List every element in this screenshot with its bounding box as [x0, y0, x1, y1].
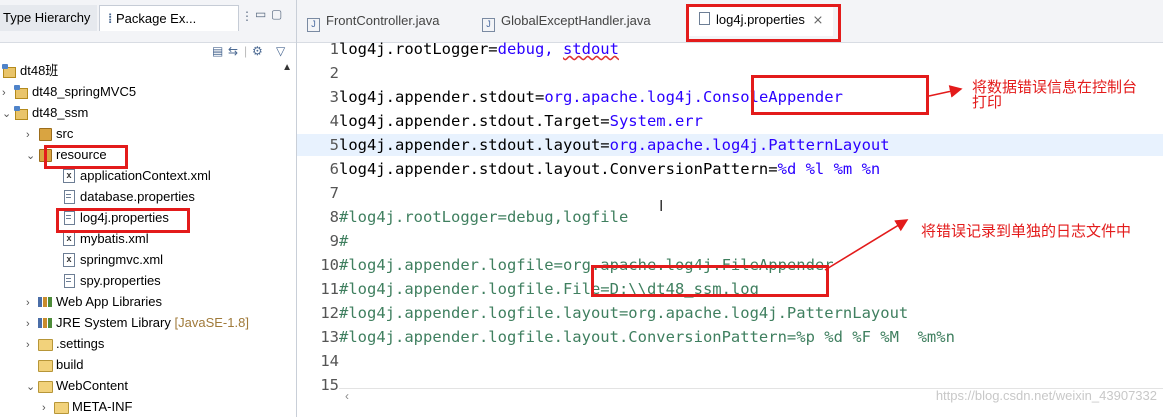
watermark: https://blog.csdn.net/weixin_43907332 — [935, 388, 1157, 403]
source-folder-icon — [38, 148, 52, 162]
project-icon — [14, 85, 28, 99]
tree-item-src[interactable]: › src — [26, 123, 73, 144]
editor-area: J FrontController.java J GlobalExceptHandl… — [297, 0, 1163, 417]
tree-item-webcontent[interactable]: ⌄ WebContent — [26, 375, 128, 396]
tree-item-resource[interactable]: ⌄ resource — [26, 144, 107, 165]
left-tab-bar: Type Hierarchy ⁞ Package Ex... ⋮ ▭ ▢ — [0, 0, 296, 43]
annotation-arrows — [824, 85, 963, 271]
scroll-up-arrow-icon[interactable]: ▲ — [282, 62, 292, 73]
folder-icon — [54, 400, 69, 414]
tree-item-web-app-libraries[interactable]: › Web App Libraries — [26, 291, 162, 312]
tree-item-label: Web App Libraries — [56, 294, 162, 309]
tree-item-applicationcontext-xml[interactable]: applicationContext.xml — [62, 165, 211, 186]
chevron-right-icon[interactable]: › — [2, 83, 14, 104]
tree-item-label: applicationContext.xml — [80, 168, 211, 183]
tree-item-build[interactable]: build — [38, 354, 83, 375]
chevron-down-icon[interactable]: ⌄ — [26, 377, 38, 398]
source-folder-icon — [38, 127, 52, 141]
scroll-left-arrow-icon[interactable]: ‹ — [345, 389, 349, 403]
tree-item-label: build — [56, 357, 84, 372]
toolbar-separator: | — [244, 44, 248, 58]
chevron-down-icon[interactable]: ⌄ — [2, 104, 14, 125]
tree-item-label: dt48班 — [20, 63, 59, 78]
maximize-icon[interactable]: ▢ — [271, 7, 282, 21]
package-explorer-icon: ⁞ — [108, 11, 113, 26]
tree-item-label: springmvc.xml — [80, 252, 164, 267]
tree-item-label: JRE System Library — [56, 315, 171, 330]
arrow-to-file-note — [824, 219, 909, 271]
xml-file-icon — [62, 253, 76, 267]
folder-icon — [38, 337, 53, 351]
annotation-file-note: 将错误记录到单独的日志文件中 — [921, 223, 1132, 240]
arrow-to-console-note — [928, 85, 963, 98]
tree-item-label: resource — [56, 147, 107, 162]
tree-item-label: .settings — [56, 336, 105, 351]
tree-item-database-properties[interactable]: database.properties — [62, 186, 195, 207]
tree-item-spy-properties[interactable]: spy.properties — [62, 270, 161, 291]
folder-icon — [38, 379, 53, 393]
xml-file-icon — [62, 169, 76, 183]
tree-item-mybatis-xml[interactable]: mybatis.xml — [62, 228, 149, 249]
tree-item-dt48-ssm[interactable]: ⌄ dt48_ssm — [2, 102, 88, 123]
properties-file-icon — [62, 274, 76, 288]
chevron-right-icon[interactable]: › — [26, 314, 38, 335]
tree-item-label: dt48_ssm — [32, 105, 89, 120]
chevron-down-icon[interactable]: ⌄ — [26, 146, 38, 167]
xml-file-icon — [62, 232, 76, 246]
tree-item-label: META-INF — [72, 399, 133, 414]
tree-item-jre-system-library[interactable]: › JRE System Library [JavaSE-1.8] — [26, 312, 249, 333]
tab-type-hierarchy[interactable]: Type Hierarchy — [0, 5, 97, 31]
filters-icon[interactable]: ⚙ — [252, 44, 263, 58]
chevron-right-icon[interactable]: › — [26, 293, 38, 314]
tree-item-springmvc-xml[interactable]: springmvc.xml — [62, 249, 163, 270]
tree-item-settings[interactable]: › .settings — [26, 333, 104, 354]
chevron-right-icon[interactable]: › — [26, 335, 38, 356]
link-with-editor-icon[interactable]: ⇆ — [228, 44, 238, 58]
properties-file-icon — [62, 190, 76, 204]
tree-item-label: WebContent — [56, 378, 129, 393]
tree-item-dt48-springmvc5[interactable]: › dt48_springMVC5 — [2, 81, 136, 102]
view-menu-chevron-icon[interactable]: ▽ — [276, 44, 285, 58]
collapse-all-icon[interactable]: ▤ — [212, 44, 223, 58]
view-menu-icon[interactable]: ⋮ — [241, 9, 253, 23]
tree-item-label: mybatis.xml — [80, 231, 149, 246]
chevron-right-icon[interactable]: › — [42, 398, 54, 419]
tab-package-explorer-label: Package Ex... — [115, 11, 197, 26]
explorer-toolbar: ▤ ⇆ | ⚙ ▽ — [0, 42, 296, 62]
working-set-icon — [2, 64, 16, 78]
tree-item-label: src — [56, 126, 74, 141]
annotation-console-note: 将数据错误信息在控制台 打印 — [972, 79, 1138, 111]
tab-package-explorer[interactable]: ⁞ Package Ex... — [99, 5, 239, 31]
tree-item-working-set[interactable]: dt48班 — [2, 60, 58, 81]
tree-item-label: database.properties — [80, 189, 195, 204]
tree-item-meta-inf[interactable]: › META-INF — [42, 396, 132, 417]
chevron-right-icon[interactable]: › — [26, 125, 38, 146]
jre-version-label: [JavaSE-1.8] — [174, 315, 249, 330]
minimize-icon[interactable]: ▭ — [255, 7, 266, 21]
package-explorer-panel: Type Hierarchy ⁞ Package Ex... ⋮ ▭ ▢ ▤ ⇆… — [0, 0, 297, 417]
tree-item-label: spy.properties — [80, 273, 161, 288]
tree-item-label: log4j.properties — [80, 210, 169, 225]
library-icon — [38, 295, 52, 308]
tree-item-label: dt48_springMVC5 — [32, 84, 137, 99]
folder-icon — [38, 358, 53, 372]
properties-file-icon — [62, 211, 76, 225]
tree-item-log4j-properties[interactable]: log4j.properties — [62, 207, 169, 228]
project-icon — [14, 106, 28, 120]
library-icon — [38, 316, 52, 329]
